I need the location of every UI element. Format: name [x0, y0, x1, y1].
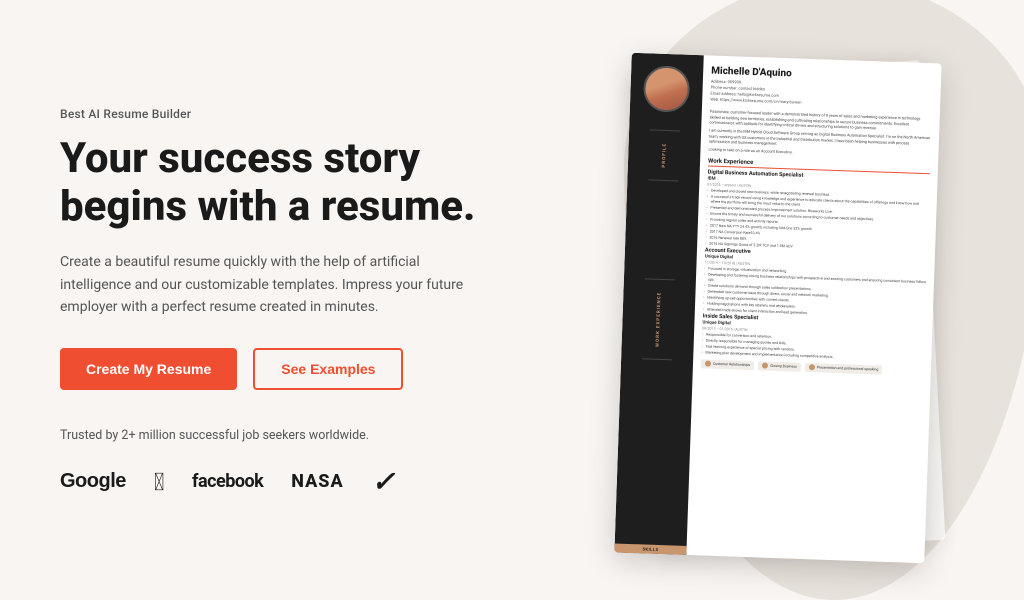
- page-wrapper: Best AI Resume Builder Your success stor…: [0, 0, 1024, 595]
- facebook-logo: facebook: [192, 471, 263, 492]
- trust-text: Trusted by 2+ million successful job see…: [60, 428, 492, 443]
- skill-icon-2: [762, 362, 768, 368]
- skill-chip-3: Presentation and professional speaking: [805, 362, 883, 374]
- headline-line1: Your success story: [60, 134, 420, 183]
- google-logo: Google: [60, 470, 126, 493]
- tagline: Best AI Resume Builder: [60, 107, 492, 121]
- right-content: PROFILE WORK EXPERIENCE SKILLS Michelle …: [552, 0, 1024, 595]
- sidebar-divider-4: [642, 358, 672, 360]
- brands-row: Google  facebook NASA ✓: [60, 465, 492, 498]
- description: Create a beautiful resume quickly with t…: [60, 251, 490, 318]
- apple-logo: : [154, 468, 164, 496]
- sidebar-skills-label: SKILLS: [614, 543, 686, 555]
- sidebar-profile-label: PROFILE: [661, 142, 667, 167]
- skill-chip-2: Closing Business: [758, 360, 801, 370]
- headline-line2: begins with a resume.: [60, 182, 475, 231]
- sidebar-divider-1: [650, 129, 680, 131]
- sidebar-divider-3: [645, 278, 675, 280]
- nasa-logo: NASA: [291, 471, 343, 492]
- sidebar-work-label: WORK EXPERIENCE: [655, 291, 662, 346]
- buttons-row: Create My Resume See Examples: [60, 348, 492, 390]
- skill-chip-1: Customer Relationships: [701, 358, 754, 369]
- headline: Your success story begins with a resume.: [60, 135, 492, 232]
- skill-icon-3: [809, 364, 815, 370]
- avatar: [643, 65, 691, 113]
- see-examples-button[interactable]: See Examples: [253, 348, 403, 390]
- avatar-face: [645, 67, 688, 110]
- resume-card: PROFILE WORK EXPERIENCE SKILLS Michelle …: [614, 52, 941, 563]
- nike-logo: ✓: [372, 465, 395, 498]
- create-resume-button[interactable]: Create My Resume: [60, 348, 237, 390]
- resume-main: Michelle D'Aquino Address: 909999 Phone …: [686, 55, 941, 563]
- left-content: Best AI Resume Builder Your success stor…: [0, 0, 552, 595]
- sidebar-divider-2: [648, 179, 678, 181]
- skill-icon-1: [705, 360, 711, 366]
